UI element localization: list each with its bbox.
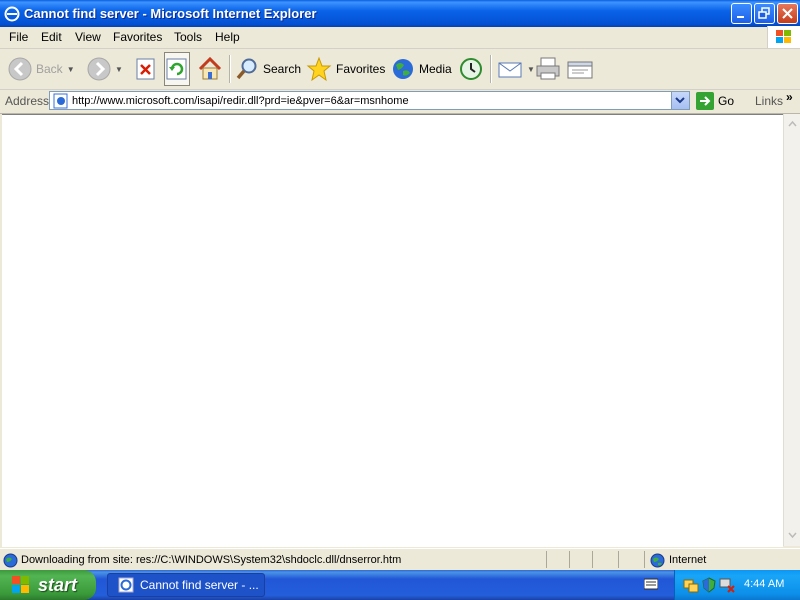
address-field[interactable]	[49, 91, 690, 110]
history-icon	[460, 58, 482, 80]
stop-button[interactable]	[135, 52, 157, 86]
restore-button[interactable]	[754, 3, 775, 24]
close-button[interactable]	[777, 3, 798, 24]
network-disconnected-icon[interactable]	[719, 577, 735, 593]
address-dropdown-button[interactable]	[671, 92, 689, 109]
title-bar[interactable]: Cannot find server - Microsoft Internet …	[0, 0, 800, 27]
menu-help[interactable]: Help	[215, 30, 240, 44]
status-divider	[618, 551, 619, 568]
close-icon	[782, 8, 793, 19]
menu-file[interactable]: File	[9, 30, 28, 44]
go-arrow-icon	[696, 92, 714, 110]
security-shield-icon[interactable]	[701, 577, 717, 593]
refresh-icon	[166, 58, 187, 80]
toolbar-separator	[490, 55, 492, 83]
downloading-icon	[3, 553, 18, 568]
back-dropdown-icon[interactable]: ▼	[67, 65, 75, 74]
page-icon	[53, 93, 68, 109]
history-button[interactable]	[458, 52, 484, 86]
security-zone-label: Internet	[669, 554, 707, 566]
standard-toolbar: Back ▼ ▼ Search Favorites Media ▼	[0, 49, 800, 90]
chevron-down-icon	[675, 97, 685, 104]
media-label: Media	[419, 62, 452, 76]
status-divider	[644, 551, 645, 568]
back-arrow-icon	[8, 57, 32, 81]
menu-view[interactable]: View	[75, 30, 101, 44]
refresh-button[interactable]	[164, 52, 190, 86]
back-label: Back	[36, 62, 63, 76]
mail-icon	[498, 62, 522, 78]
printer-icon	[536, 57, 560, 80]
edit-button[interactable]	[566, 52, 594, 86]
edit-page-icon	[567, 61, 593, 79]
menu-tools[interactable]: Tools	[174, 30, 202, 44]
go-button[interactable]: Go	[696, 92, 734, 110]
menu-favorites[interactable]: Favorites	[113, 30, 162, 44]
network-icon[interactable]	[683, 577, 699, 593]
internet-explorer-icon	[4, 6, 20, 22]
keyboard-icon[interactable]	[644, 578, 658, 590]
address-bar: Address Go Links »	[0, 90, 800, 114]
favorites-button[interactable]: Favorites	[306, 52, 385, 86]
mail-button[interactable]: ▼	[497, 52, 535, 86]
search-label: Search	[263, 62, 302, 76]
minimize-icon	[737, 16, 744, 18]
links-chevron-icon[interactable]: »	[786, 90, 793, 104]
go-label: Go	[718, 94, 735, 108]
system-tray: 4:44 AM	[674, 570, 800, 600]
start-label: start	[38, 574, 78, 595]
scroll-up-icon[interactable]	[786, 118, 799, 131]
status-divider	[592, 551, 593, 568]
media-globe-icon	[393, 59, 413, 79]
windows-flag-icon	[776, 30, 791, 43]
search-icon	[236, 58, 257, 80]
restore-icon	[758, 7, 770, 19]
status-divider	[546, 551, 547, 568]
links-label[interactable]: Links	[755, 94, 783, 108]
address-label: Address	[5, 94, 50, 108]
status-text: Downloading from site: res://C:\WINDOWS\…	[21, 554, 402, 566]
toolbar-separator	[229, 55, 231, 83]
internet-explorer-icon	[118, 577, 134, 593]
stop-icon	[136, 58, 155, 80]
address-input[interactable]	[72, 93, 662, 108]
taskbar-item-ie[interactable]: Cannot find server - ...	[107, 573, 265, 597]
vertical-scrollbar[interactable]	[783, 114, 800, 546]
status-bar: Downloading from site: res://C:\WINDOWS\…	[0, 548, 800, 571]
window-title: Cannot find server - Microsoft Internet …	[24, 6, 317, 21]
windows-flag-icon	[12, 576, 29, 593]
page-content[interactable]	[2, 114, 783, 547]
clock[interactable]: 4:44 AM	[744, 578, 784, 590]
favorites-label: Favorites	[336, 62, 386, 76]
home-button[interactable]	[197, 52, 223, 86]
internet-zone-globe-icon	[650, 553, 665, 568]
home-icon	[198, 56, 222, 80]
taskbar: start Cannot find server - ... 4:44 AM	[0, 570, 800, 600]
start-button[interactable]: start	[0, 570, 96, 600]
taskbar-item-label: Cannot find server - ...	[140, 578, 259, 592]
minimize-button[interactable]	[731, 3, 752, 24]
print-button[interactable]	[534, 52, 562, 86]
media-button[interactable]: Media	[391, 52, 452, 86]
forward-dropdown-icon[interactable]: ▼	[115, 65, 123, 74]
search-button[interactable]: Search	[235, 52, 301, 86]
status-divider	[569, 551, 570, 568]
forward-arrow-icon	[87, 57, 111, 81]
windows-flag-logo	[767, 26, 800, 48]
favorites-star-icon	[306, 56, 332, 82]
back-button[interactable]: Back ▼	[8, 52, 75, 86]
scroll-down-icon[interactable]	[786, 528, 799, 541]
forward-button[interactable]: ▼	[87, 52, 123, 86]
menu-bar: File Edit View Favorites Tools Help	[0, 27, 800, 49]
menu-edit[interactable]: Edit	[41, 30, 62, 44]
